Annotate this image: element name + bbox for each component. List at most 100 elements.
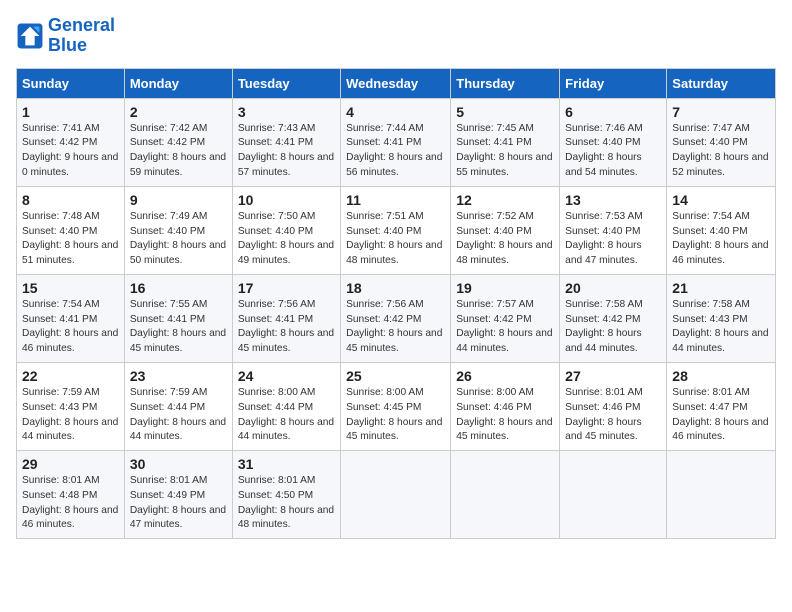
day-cell: 24Sunrise: 8:00 AMSunset: 4:44 PMDayligh… — [232, 362, 340, 450]
col-header-thursday: Thursday — [451, 68, 560, 98]
day-cell: 16Sunrise: 7:55 AMSunset: 4:41 PMDayligh… — [124, 274, 232, 362]
day-number: 20 — [565, 280, 661, 296]
day-info: Sunrise: 7:49 AMSunset: 4:40 PMDaylight:… — [130, 210, 227, 269]
col-header-friday: Friday — [560, 68, 667, 98]
day-info: Sunrise: 7:54 AMSunset: 4:41 PMDaylight:… — [22, 298, 119, 357]
calendar-body: 1 Sunrise: 7:41 AMSunset: 4:42 PMDaylight… — [17, 98, 776, 539]
day-cell: 17 Sunrise: 7:56 AMSunset: 4:41 PMDayligh… — [232, 274, 340, 362]
day-cell: 29Sunrise: 8:01 AMSunset: 4:48 PMDayligh… — [17, 451, 125, 539]
day-info: Sunrise: 8:00 AMSunset: 4:44 PMDaylight:… — [238, 386, 335, 445]
week-row-3: 15 Sunrise: 7:54 AMSunset: 4:41 PMDayligh… — [17, 274, 776, 362]
week-row-1: 1 Sunrise: 7:41 AMSunset: 4:42 PMDaylight… — [17, 98, 776, 186]
day-cell: 27 Sunrise: 8:01 AMSunset: 4:46 PMDayligh… — [560, 362, 667, 450]
day-info: Sunrise: 7:57 AMSunset: 4:42 PMDaylight:… — [456, 298, 554, 357]
logo-text: GeneralBlue — [48, 16, 115, 56]
day-info: Sunrise: 8:01 AMSunset: 4:48 PMDaylight:… — [22, 474, 119, 533]
day-cell: 15 Sunrise: 7:54 AMSunset: 4:41 PMDayligh… — [17, 274, 125, 362]
day-info: Sunrise: 7:59 AMSunset: 4:43 PMDaylight:… — [22, 386, 119, 445]
day-number: 9 — [130, 192, 227, 208]
day-cell — [560, 451, 667, 539]
day-info: Sunrise: 8:01 AMSunset: 4:47 PMDaylight:… — [672, 386, 770, 445]
day-number: 4 — [346, 104, 445, 120]
day-cell: 25 Sunrise: 8:00 AMSunset: 4:45 PMDayligh… — [341, 362, 451, 450]
col-header-sunday: Sunday — [17, 68, 125, 98]
logo: GeneralBlue — [16, 16, 115, 56]
day-cell — [451, 451, 560, 539]
day-info: Sunrise: 8:00 AMSunset: 4:45 PMDaylight:… — [346, 386, 445, 445]
page-header: GeneralBlue — [16, 16, 776, 56]
day-cell: 14 Sunrise: 7:54 AMSunset: 4:40 PMDayligh… — [667, 186, 776, 274]
calendar-table: SundayMondayTuesdayWednesdayThursdayFrid… — [16, 68, 776, 540]
day-number: 13 — [565, 192, 661, 208]
day-cell: 4 Sunrise: 7:44 AMSunset: 4:41 PMDaylight… — [341, 98, 451, 186]
day-info: Sunrise: 7:58 AMSunset: 4:42 PMDaylight:… — [565, 298, 661, 357]
day-cell: 9 Sunrise: 7:49 AMSunset: 4:40 PMDaylight… — [124, 186, 232, 274]
day-number: 18 — [346, 280, 445, 296]
day-number: 30 — [130, 456, 227, 472]
day-cell: 20 Sunrise: 7:58 AMSunset: 4:42 PMDayligh… — [560, 274, 667, 362]
day-cell: 30Sunrise: 8:01 AMSunset: 4:49 PMDayligh… — [124, 451, 232, 539]
week-row-5: 29Sunrise: 8:01 AMSunset: 4:48 PMDayligh… — [17, 451, 776, 539]
day-info: Sunrise: 7:46 AMSunset: 4:40 PMDaylight:… — [565, 122, 661, 181]
day-number: 19 — [456, 280, 554, 296]
day-cell: 5 Sunrise: 7:45 AMSunset: 4:41 PMDaylight… — [451, 98, 560, 186]
day-number: 17 — [238, 280, 335, 296]
day-info: Sunrise: 7:44 AMSunset: 4:41 PMDaylight:… — [346, 122, 445, 181]
day-number: 3 — [238, 104, 335, 120]
day-info: Sunrise: 7:59 AMSunset: 4:44 PMDaylight:… — [130, 386, 227, 445]
logo-icon — [16, 22, 44, 50]
col-header-tuesday: Tuesday — [232, 68, 340, 98]
day-number: 31 — [238, 456, 335, 472]
day-cell: 26Sunrise: 8:00 AMSunset: 4:46 PMDayligh… — [451, 362, 560, 450]
day-number: 5 — [456, 104, 554, 120]
day-info: Sunrise: 7:50 AMSunset: 4:40 PMDaylight:… — [238, 210, 335, 269]
day-cell: 6 Sunrise: 7:46 AMSunset: 4:40 PMDaylight… — [560, 98, 667, 186]
day-cell — [341, 451, 451, 539]
day-cell: 7Sunrise: 7:47 AMSunset: 4:40 PMDaylight… — [667, 98, 776, 186]
day-number: 1 — [22, 104, 119, 120]
day-number: 22 — [22, 368, 119, 384]
day-info: Sunrise: 7:52 AMSunset: 4:40 PMDaylight:… — [456, 210, 554, 269]
day-cell: 2Sunrise: 7:42 AMSunset: 4:42 PMDaylight… — [124, 98, 232, 186]
day-cell: 11 Sunrise: 7:51 AMSunset: 4:40 PMDayligh… — [341, 186, 451, 274]
day-cell: 18 Sunrise: 7:56 AMSunset: 4:42 PMDayligh… — [341, 274, 451, 362]
day-cell: 3 Sunrise: 7:43 AMSunset: 4:41 PMDaylight… — [232, 98, 340, 186]
day-number: 10 — [238, 192, 335, 208]
col-header-wednesday: Wednesday — [341, 68, 451, 98]
day-number: 6 — [565, 104, 661, 120]
day-info: Sunrise: 7:54 AMSunset: 4:40 PMDaylight:… — [672, 210, 770, 269]
day-number: 15 — [22, 280, 119, 296]
day-number: 28 — [672, 368, 770, 384]
day-cell: 31 Sunrise: 8:01 AMSunset: 4:50 PMDayligh… — [232, 451, 340, 539]
day-number: 12 — [456, 192, 554, 208]
day-number: 14 — [672, 192, 770, 208]
day-info: Sunrise: 7:56 AMSunset: 4:42 PMDaylight:… — [346, 298, 445, 357]
day-info: Sunrise: 7:51 AMSunset: 4:40 PMDaylight:… — [346, 210, 445, 269]
day-cell: 12 Sunrise: 7:52 AMSunset: 4:40 PMDayligh… — [451, 186, 560, 274]
day-info: Sunrise: 8:01 AMSunset: 4:50 PMDaylight:… — [238, 474, 335, 533]
col-header-saturday: Saturday — [667, 68, 776, 98]
day-number: 7 — [672, 104, 770, 120]
day-cell: 21Sunrise: 7:58 AMSunset: 4:43 PMDayligh… — [667, 274, 776, 362]
day-cell: 19 Sunrise: 7:57 AMSunset: 4:42 PMDayligh… — [451, 274, 560, 362]
day-number: 27 — [565, 368, 661, 384]
day-cell: 1 Sunrise: 7:41 AMSunset: 4:42 PMDaylight… — [17, 98, 125, 186]
day-number: 11 — [346, 192, 445, 208]
week-row-4: 22 Sunrise: 7:59 AMSunset: 4:43 PMDayligh… — [17, 362, 776, 450]
day-info: Sunrise: 7:43 AMSunset: 4:41 PMDaylight:… — [238, 122, 335, 181]
day-info: Sunrise: 7:53 AMSunset: 4:40 PMDaylight:… — [565, 210, 661, 269]
day-info: Sunrise: 7:48 AMSunset: 4:40 PMDaylight:… — [22, 210, 119, 269]
week-row-2: 8 Sunrise: 7:48 AMSunset: 4:40 PMDaylight… — [17, 186, 776, 274]
day-info: Sunrise: 7:56 AMSunset: 4:41 PMDaylight:… — [238, 298, 335, 357]
day-cell — [667, 451, 776, 539]
day-number: 23 — [130, 368, 227, 384]
day-info: Sunrise: 7:41 AMSunset: 4:42 PMDaylight:… — [22, 122, 119, 181]
day-info: Sunrise: 7:45 AMSunset: 4:41 PMDaylight:… — [456, 122, 554, 181]
day-cell: 13 Sunrise: 7:53 AMSunset: 4:40 PMDayligh… — [560, 186, 667, 274]
day-info: Sunrise: 7:55 AMSunset: 4:41 PMDaylight:… — [130, 298, 227, 357]
day-info: Sunrise: 8:01 AMSunset: 4:46 PMDaylight:… — [565, 386, 661, 445]
day-number: 21 — [672, 280, 770, 296]
day-cell: 10 Sunrise: 7:50 AMSunset: 4:40 PMDayligh… — [232, 186, 340, 274]
day-number: 25 — [346, 368, 445, 384]
day-number: 8 — [22, 192, 119, 208]
